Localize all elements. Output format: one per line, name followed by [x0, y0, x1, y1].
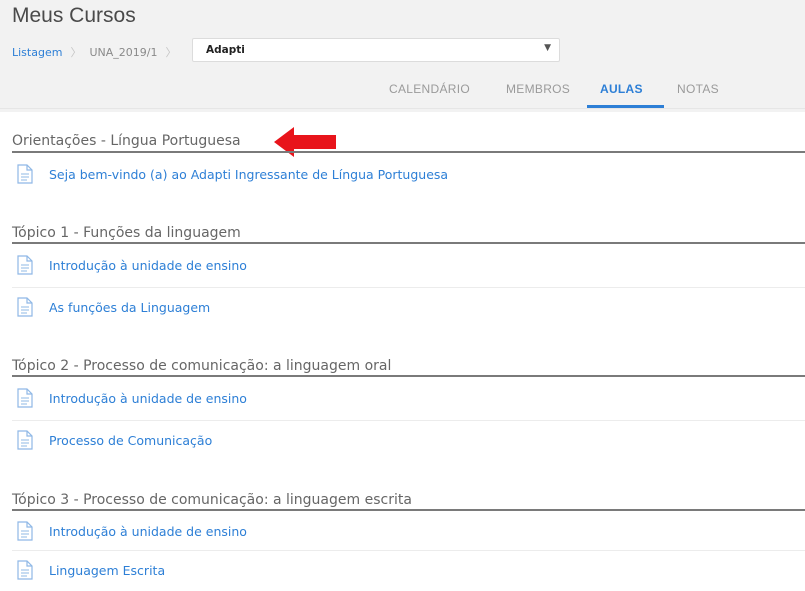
document-icon [17, 164, 33, 184]
header-divider [0, 108, 805, 109]
document-icon [17, 521, 33, 541]
breadcrumb-separator: 〉 [70, 46, 82, 59]
breadcrumb-separator: 〉 [165, 46, 177, 59]
lesson-link[interactable]: Introdução à unidade de ensino [49, 391, 247, 406]
course-select-value: Adapti [206, 44, 245, 56]
section-divider [12, 151, 805, 153]
course-select[interactable]: Adapti ▼ [192, 38, 560, 62]
section-divider [12, 375, 805, 377]
lesson-item[interactable]: Introdução à unidade de ensino [12, 379, 805, 419]
page-title: Meus Cursos [12, 4, 136, 27]
tab-aulas[interactable]: AULAS [600, 82, 643, 106]
red-arrow-icon [274, 127, 336, 157]
course-header: Meus Cursos Listagem 〉 UNA_2019/1 〉 Adap… [0, 0, 805, 112]
section-divider [12, 509, 805, 511]
lesson-link[interactable]: Processo de Comunicação [49, 433, 212, 448]
dropdown-arrow-icon: ▼ [544, 43, 551, 53]
section-title: Tópico 2 - Processo de comunicação: a li… [12, 358, 392, 374]
tab-calendario[interactable]: CALENDÁRIO [389, 82, 470, 106]
breadcrumb-current: UNA_2019/1 [89, 45, 158, 59]
lesson-item[interactable]: Seja bem-vindo (a) ao Adapti Ingressante… [12, 155, 805, 195]
section-title: Orientações - Língua Portuguesa [12, 133, 241, 149]
lesson-link[interactable]: Introdução à unidade de ensino [49, 258, 247, 273]
section-title: Tópico 1 - Funções da linguagem [12, 225, 241, 241]
breadcrumb: Listagem 〉 UNA_2019/1 〉 [12, 44, 184, 60]
lesson-item[interactable]: Introdução à unidade de ensino [12, 512, 805, 552]
lesson-item[interactable]: As funções da Linguagem [12, 288, 805, 328]
lesson-link[interactable]: As funções da Linguagem [49, 300, 210, 315]
lesson-item[interactable]: Introdução à unidade de ensino [12, 246, 805, 286]
lesson-link[interactable]: Introdução à unidade de ensino [49, 524, 247, 539]
section-divider [12, 242, 805, 244]
document-icon [17, 388, 33, 408]
document-icon [17, 297, 33, 317]
document-icon [17, 255, 33, 275]
lesson-item[interactable]: Linguagem Escrita [12, 551, 805, 591]
lesson-link[interactable]: Linguagem Escrita [49, 563, 165, 578]
tab-membros[interactable]: MEMBROS [506, 82, 570, 106]
document-icon [17, 430, 33, 450]
document-icon [17, 560, 33, 580]
tab-notas[interactable]: NOTAS [677, 82, 719, 106]
lesson-item[interactable]: Processo de Comunicação [12, 421, 805, 461]
section-title: Tópico 3 - Processo de comunicação: a li… [12, 492, 412, 508]
breadcrumb-listagem-link[interactable]: Listagem [12, 46, 62, 59]
lesson-link[interactable]: Seja bem-vindo (a) ao Adapti Ingressante… [49, 167, 448, 182]
tab-bar: CALENDÁRIO MEMBROS AULAS NOTAS [0, 82, 805, 106]
